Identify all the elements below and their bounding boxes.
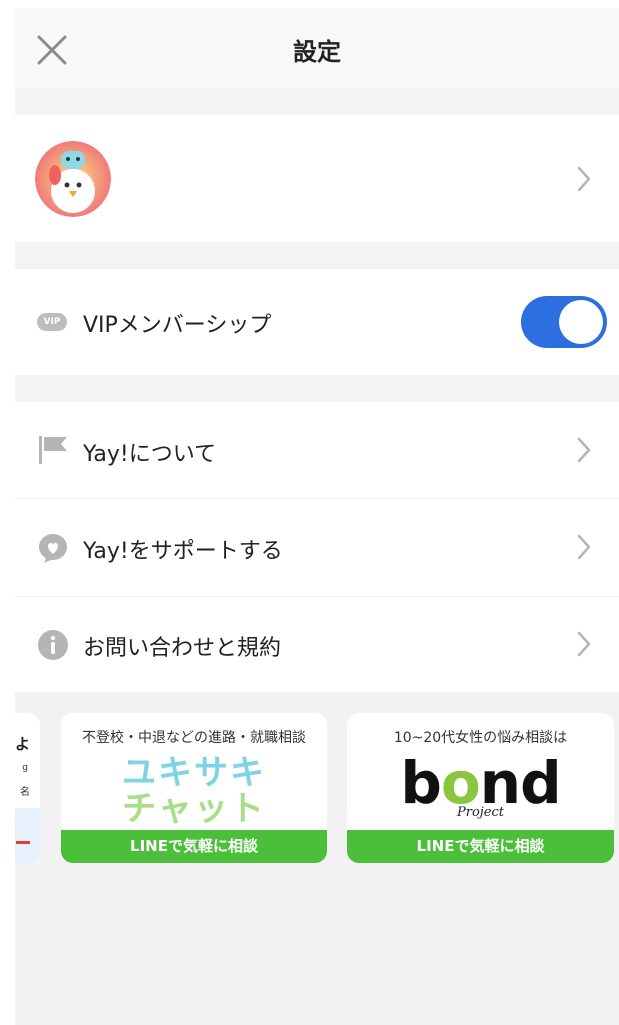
profile-row[interactable]	[15, 115, 619, 242]
banner-card-yukisaki[interactable]: 不登校・中退などの進路・就職相談 ユキサキ チャット LINEで気軽に相談	[61, 713, 327, 863]
section-gap	[15, 88, 619, 115]
menu-item-contact[interactable]: お問い合わせと規約	[15, 597, 619, 692]
menu-item-support[interactable]: Yay!をサポートする	[15, 499, 619, 596]
menu-item-about[interactable]: Yay!について	[15, 402, 619, 498]
menu-label: Yay!について	[83, 442, 217, 467]
logo-line: ユキサキ	[122, 753, 266, 793]
line-consult-button[interactable]: LINEで気軽に相談	[61, 830, 327, 863]
line-consult-button[interactable]: LINEで気軽に相談	[347, 830, 614, 863]
vip-icon: VIP	[37, 313, 67, 331]
flag-icon	[37, 434, 69, 466]
page-title: 設定	[293, 38, 341, 66]
banner-card-partial[interactable]: よ g 名	[15, 713, 40, 863]
banner-partial-title: よ	[15, 735, 30, 753]
menu-label: お問い合わせと規約	[83, 636, 282, 661]
section-gap	[15, 375, 619, 402]
chevron-right-icon	[575, 165, 593, 193]
header-bar: 設定	[15, 8, 619, 88]
chevron-right-icon	[575, 436, 593, 464]
banner-partial-accent	[16, 841, 30, 844]
banner-partial-image	[15, 808, 40, 863]
banner-card-bond[interactable]: 10~20代女性の悩み相談は bond Project LINEで気軽に相談	[347, 713, 614, 863]
chat-heart-icon	[37, 532, 69, 564]
banner-carousel[interactable]: よ g 名 不登校・中退などの進路・就職相談 ユキサキ チャット LINEで気軽…	[15, 692, 619, 1025]
toggle-knob	[559, 300, 603, 344]
info-icon	[37, 629, 69, 661]
vip-membership-row: VIP VIPメンバーシップ	[15, 269, 619, 375]
settings-screen: 設定 VIP VIPメンバーシップ Yay!について Yay!をサポートする お…	[0, 0, 619, 1025]
chevron-right-icon	[575, 630, 593, 658]
bond-subtitle: Project	[456, 805, 505, 820]
banner-partial-text: 名	[20, 787, 30, 798]
vip-label: VIPメンバーシップ	[83, 313, 272, 338]
left-edge	[0, 0, 15, 1025]
menu-label: Yay!をサポートする	[83, 539, 283, 564]
banner-caption: 不登校・中退などの進路・就職相談	[82, 730, 306, 746]
logo-line: チャット	[122, 789, 266, 829]
section-gap	[15, 242, 619, 269]
chevron-right-icon	[575, 533, 593, 561]
avatar[interactable]	[35, 141, 111, 217]
vip-toggle[interactable]	[521, 296, 607, 348]
banner-caption: 10~20代女性の悩み相談は	[393, 730, 568, 746]
yukisaki-logo: ユキサキ チャット	[61, 755, 327, 827]
banner-partial-text: g	[22, 763, 28, 773]
